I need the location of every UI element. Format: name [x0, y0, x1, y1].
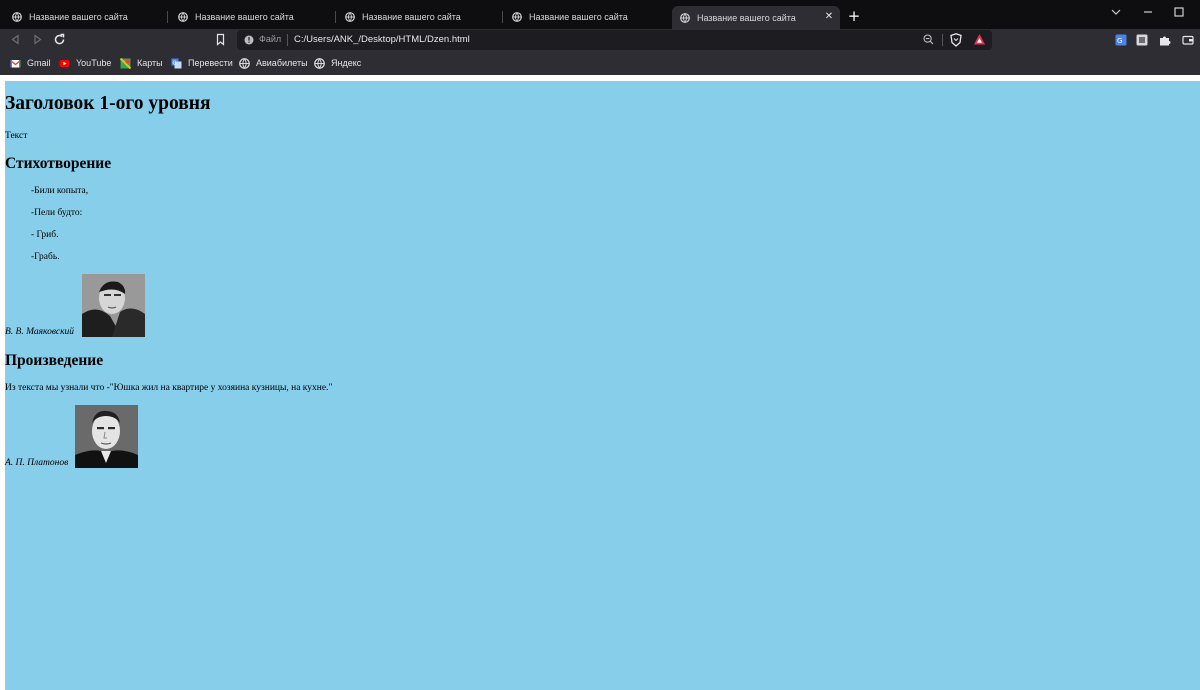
globe-icon: [512, 12, 522, 22]
notes-extension-icon[interactable]: [1136, 34, 1148, 46]
extensions-puzzle-icon[interactable]: [1159, 34, 1171, 46]
bookmarks-bar: Gmail YouTube Карты G Перевести Авиабиле…: [0, 51, 1200, 75]
mayakovsky-portrait-photo: [82, 274, 145, 337]
globe-icon: [314, 57, 325, 69]
address-separator: [287, 34, 288, 46]
page-viewport: Заголовок 1-ого уровня Текст Стихотворен…: [0, 75, 1200, 690]
bookmark-label: Яндекс: [331, 58, 362, 68]
address-separator: [942, 34, 943, 46]
poem-line: - Гриб.: [31, 230, 59, 240]
wallet-icon[interactable]: [1182, 34, 1194, 46]
work-quote-text: Из текста мы узнали что -"Юшка жил на кв…: [5, 383, 333, 393]
tab-title: Название вашего сайта: [29, 12, 128, 22]
translate-extension-icon[interactable]: G: [1115, 34, 1127, 46]
tab-search-chevron-icon[interactable]: [1109, 5, 1123, 19]
globe-icon: [239, 57, 250, 69]
svg-text:G: G: [172, 60, 176, 66]
browser-tab[interactable]: Название вашего сайта: [337, 6, 502, 28]
forward-icon[interactable]: [31, 33, 44, 46]
info-icon[interactable]: [244, 35, 254, 45]
poem-line: -Грабь.: [31, 252, 60, 262]
rewards-triangle-icon[interactable]: [973, 33, 986, 46]
poem-line: -Пели будто:: [31, 208, 83, 218]
browser-tab[interactable]: Название вашего сайта: [504, 6, 669, 28]
translate-icon: G: [171, 58, 182, 68]
scheme-label: Файл: [259, 34, 282, 44]
address-bar[interactable]: Файл C:/Users/ANK_/Desktop/HTML/Dzen.htm…: [237, 30, 992, 50]
browser-tab[interactable]: Название вашего сайта: [170, 6, 335, 28]
bookmark-maps[interactable]: Карты: [120, 56, 163, 70]
globe-icon: [12, 12, 22, 22]
browser-toolbar: Файл C:/Users/ANK_/Desktop/HTML/Dzen.htm…: [0, 29, 1200, 51]
globe-icon: [345, 12, 355, 22]
tab-separator: [502, 11, 503, 23]
intro-text: Текст: [5, 131, 28, 141]
zoom-icon[interactable]: [923, 34, 934, 45]
bookmark-label: Gmail: [27, 58, 51, 68]
globe-icon: [178, 12, 188, 22]
bookmark-gmail[interactable]: Gmail: [10, 56, 51, 70]
svg-text:G: G: [1117, 37, 1122, 45]
reload-icon[interactable]: [53, 33, 66, 46]
brave-shield-icon[interactable]: [950, 33, 962, 47]
page-heading-1: Заголовок 1-ого уровня: [5, 93, 211, 114]
platonov-portrait-photo: [75, 405, 138, 468]
bookmark-label: YouTube: [76, 58, 112, 68]
bookmark-aviabilety[interactable]: Авиабилеты: [239, 56, 308, 70]
bookmark-label: Карты: [137, 58, 163, 68]
bookmark-label: Авиабилеты: [256, 58, 308, 68]
poem-heading: Стихотворение: [5, 155, 112, 172]
bookmark-icon[interactable]: [214, 33, 227, 46]
maximize-icon[interactable]: [1172, 5, 1186, 19]
globe-icon: [680, 12, 690, 23]
browser-tab[interactable]: Название вашего сайта: [4, 6, 164, 28]
url-text[interactable]: C:/Users/ANK_/Desktop/HTML/Dzen.html: [294, 34, 470, 45]
work-heading: Произведение: [5, 352, 104, 369]
bookmark-label: Перевести: [188, 58, 233, 68]
tab-title: Название вашего сайта: [195, 12, 294, 22]
work-author-caption: А. П. Платонов: [5, 458, 69, 468]
maps-icon: [120, 57, 131, 69]
tab-title: Название вашего сайта: [529, 12, 628, 22]
tab-separator: [167, 11, 168, 23]
page-body: Заголовок 1-ого уровня Текст Стихотворен…: [5, 81, 1200, 690]
youtube-icon: [59, 59, 70, 67]
new-tab-button[interactable]: +: [847, 9, 861, 24]
close-tab-icon[interactable]: ✕: [824, 12, 834, 22]
bookmark-yandex[interactable]: Яндекс: [314, 56, 361, 70]
poem-line: -Били копыта,: [31, 186, 89, 196]
gmail-icon: [10, 59, 21, 67]
minimize-icon[interactable]: [1141, 5, 1155, 19]
tab-title: Название вашего сайта: [697, 12, 796, 23]
back-icon[interactable]: [9, 33, 22, 46]
bookmark-youtube[interactable]: YouTube: [59, 56, 111, 70]
tab-separator: [335, 11, 336, 23]
tab-title: Название вашего сайта: [362, 12, 461, 22]
poem-author-caption: В. В. Маяковский: [5, 327, 75, 337]
bookmark-translate[interactable]: G Перевести: [171, 56, 233, 70]
